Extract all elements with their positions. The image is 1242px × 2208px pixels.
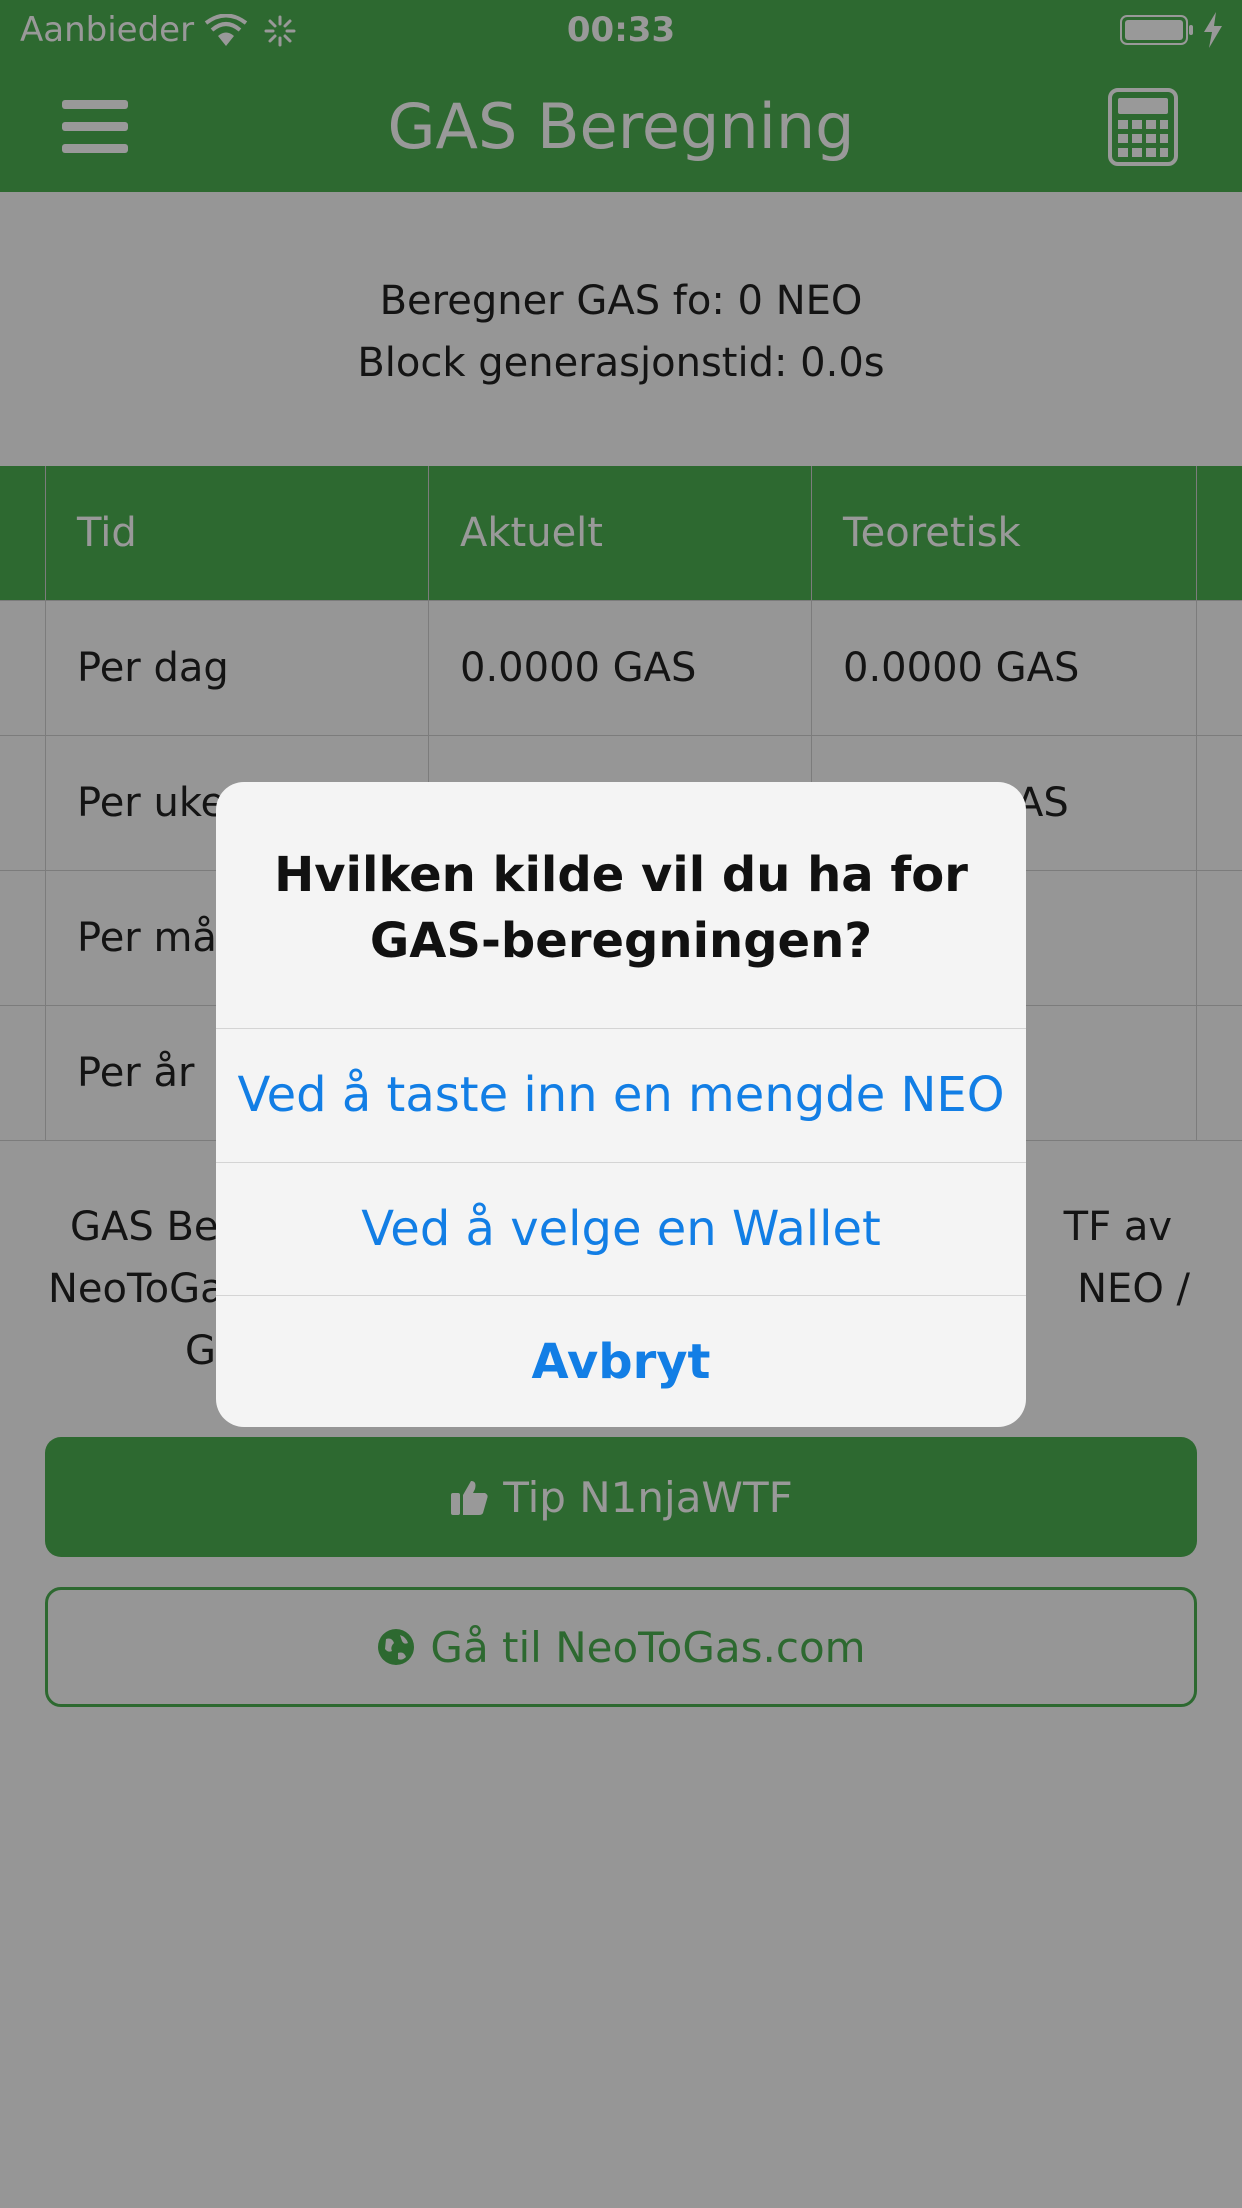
- enter-neo-amount-button[interactable]: Ved å taste inn en mengde NEO: [216, 1028, 1026, 1161]
- alert-title: Hvilken kilde vil du ha for GAS-beregnin…: [274, 847, 968, 969]
- source-alert-dialog: Hvilken kilde vil du ha for GAS-beregnin…: [216, 782, 1026, 1427]
- cancel-button[interactable]: Avbryt: [216, 1295, 1026, 1427]
- choose-wallet-button[interactable]: Ved å velge en Wallet: [216, 1162, 1026, 1295]
